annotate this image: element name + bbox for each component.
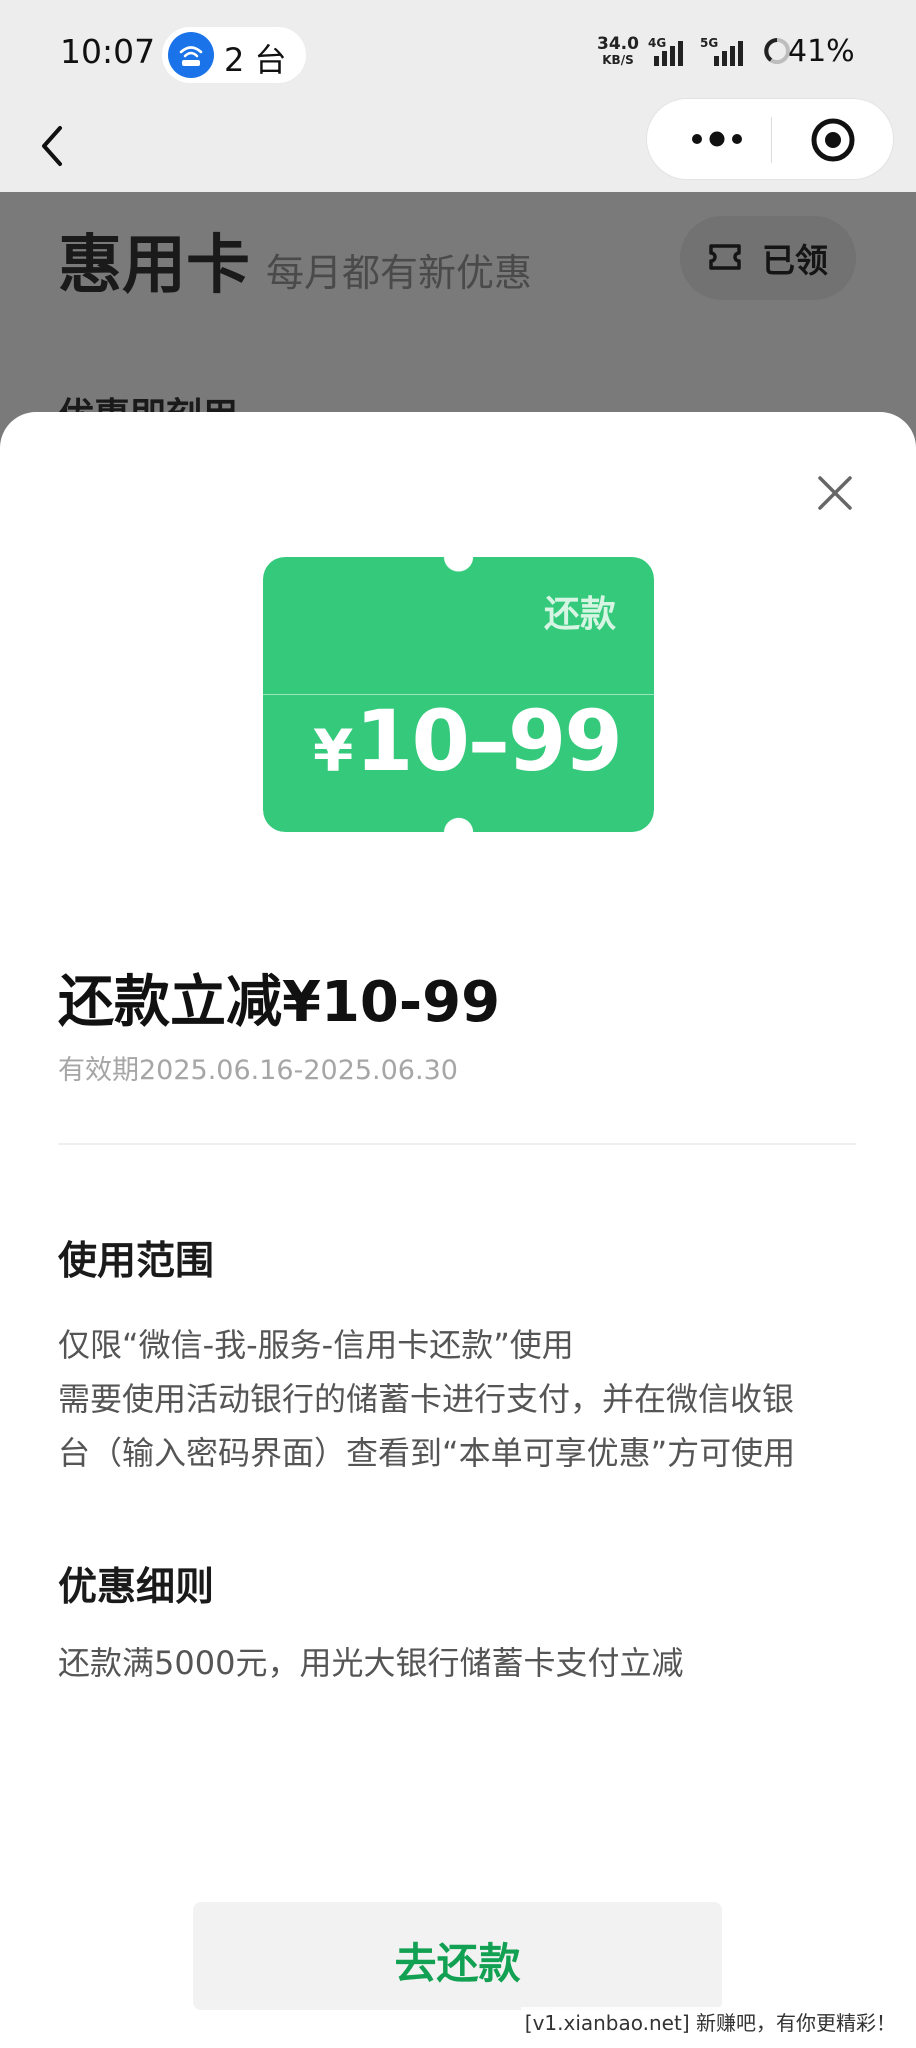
router-icon <box>168 32 214 78</box>
claimed-button: 已领 <box>680 216 856 300</box>
page-subtitle: 每月都有新优惠 <box>266 251 533 295</box>
coupon-notch-top <box>445 543 473 571</box>
connected-devices-pill[interactable]: 2 台 <box>162 27 306 83</box>
rules-heading: 优惠细则 <box>58 1565 215 1610</box>
signal-5g-icon: 5G <box>700 36 750 74</box>
signal-4g-icon: 4G <box>648 36 692 74</box>
battery-level: 41% <box>788 34 855 69</box>
status-bar: 10:07 2 台 34.0 KB/S 4G 5G 41% <box>0 0 916 108</box>
offer-title: 还款立减¥10-99 <box>58 970 501 1035</box>
scope-heading: 使用范围 <box>58 1239 215 1284</box>
coupon-card: 还款 ¥ 10–99 <box>263 543 654 846</box>
coupon-notch-bottom <box>445 818 473 846</box>
coupon-amount: 10–99 <box>355 692 623 790</box>
nav-bar <box>0 98 916 192</box>
go-repay-label: 去还款 <box>394 1939 521 1988</box>
divider <box>58 1143 856 1145</box>
watermark: [v1.xianbao.net] 新赚吧，有你更精彩！ <box>520 2007 900 2036</box>
scope-line: 仅限“微信-我-服务-信用卡还款”使用 <box>58 1326 574 1364</box>
network-speed: 34.0 KB/S <box>597 34 639 68</box>
scope-line: 台（输入密码界面）查看到“本单可享优惠”方可使用 <box>58 1434 796 1472</box>
ticket-icon <box>709 244 741 270</box>
close-button[interactable] <box>814 472 856 514</box>
close-icon <box>818 476 852 510</box>
rules-line: 还款满5000元，用光大银行储蓄卡支付立减 <box>58 1644 684 1682</box>
miniprogram-capsule <box>646 98 894 180</box>
scope-line: 需要使用活动银行的储蓄卡进行支付，并在微信收银 <box>58 1380 795 1418</box>
coupon-detail-sheet: 还款 ¥ 10–99 还款立减¥10-99 有效期2025.06.16-2025… <box>0 412 916 2048</box>
chevron-left-icon <box>42 126 62 166</box>
device-count: 2 台 <box>224 41 287 79</box>
exit-miniprogram-button[interactable] <box>809 116 857 164</box>
target-circle-icon <box>811 118 855 162</box>
back-button[interactable] <box>34 118 74 174</box>
status-time: 10:07 <box>60 32 156 71</box>
more-button[interactable] <box>683 123 763 155</box>
more-dots-icon <box>692 131 742 147</box>
page-title: 惠用卡 <box>58 229 250 303</box>
capsule-divider <box>771 117 772 163</box>
offer-validity: 有效期2025.06.16-2025.06.30 <box>58 1055 458 1086</box>
coupon-tag: 还款 <box>543 594 616 635</box>
background-page: 惠用卡 每月都有新优惠 已领 优惠即刻用 <box>0 192 916 437</box>
go-repay-button[interactable]: 去还款 <box>193 1902 722 2010</box>
claimed-label: 已领 <box>762 241 828 280</box>
coupon-currency: ¥ <box>313 717 354 785</box>
